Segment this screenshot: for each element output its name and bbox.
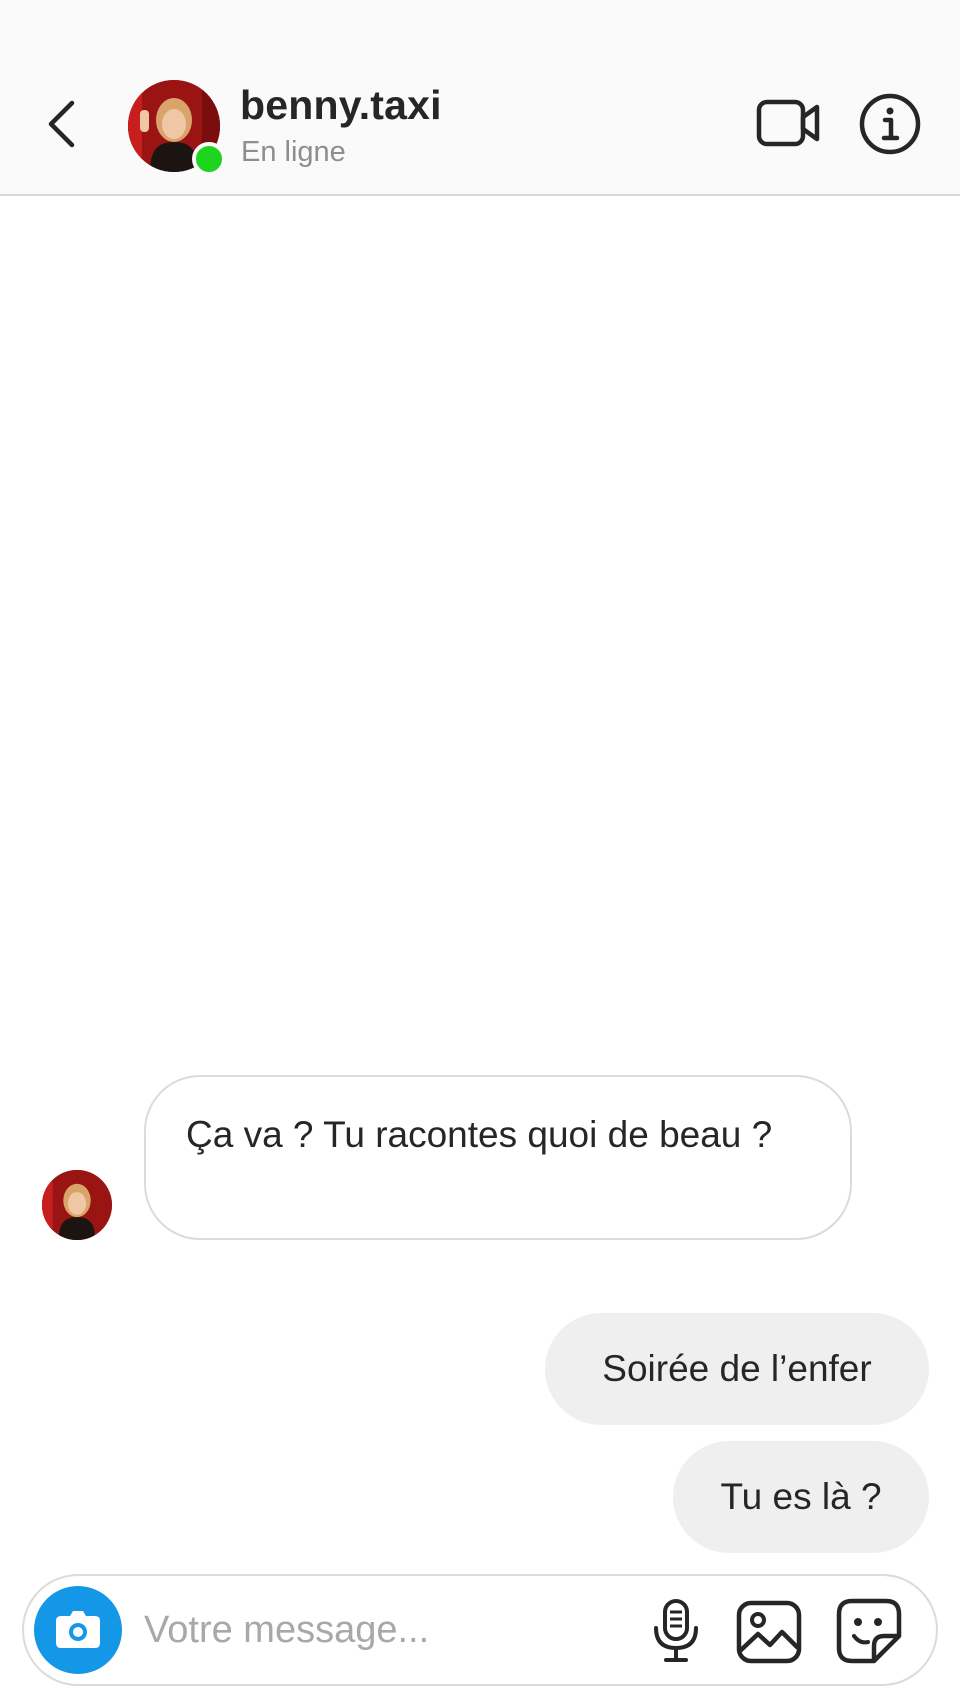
voice-message-button[interactable] — [646, 1598, 706, 1664]
contact-username[interactable]: benny.taxi — [240, 82, 442, 129]
message-composer — [22, 1574, 938, 1686]
microphone-icon — [654, 1599, 698, 1662]
sender-avatar[interactable] — [42, 1170, 112, 1240]
image-gallery-icon — [736, 1600, 802, 1664]
sticker-button[interactable] — [836, 1598, 902, 1664]
camera-button[interactable] — [34, 1586, 122, 1674]
message-input[interactable] — [144, 1596, 614, 1664]
info-circle-icon — [859, 93, 921, 155]
conversation-info-button[interactable] — [858, 92, 922, 156]
camera-icon — [56, 1611, 100, 1648]
contact-status: En ligne — [241, 136, 346, 168]
header-avatar[interactable] — [128, 80, 226, 176]
video-camera-icon — [756, 99, 820, 147]
gallery-button[interactable] — [736, 1600, 802, 1664]
incoming-message[interactable]: Ça va ? Tu racontes quoi de beau ? — [144, 1075, 852, 1240]
video-call-button[interactable] — [756, 96, 822, 150]
online-indicator — [192, 142, 226, 176]
status-bar — [0, 0, 960, 58]
chevron-left-icon — [48, 100, 75, 148]
outgoing-message[interactable]: Soirée de l’enfer — [545, 1313, 929, 1425]
outgoing-message[interactable]: Tu es là ? — [673, 1441, 929, 1553]
sticker-icon — [836, 1598, 902, 1664]
back-button[interactable] — [36, 94, 86, 154]
chat-header: benny.taxi En ligne — [0, 58, 960, 196]
